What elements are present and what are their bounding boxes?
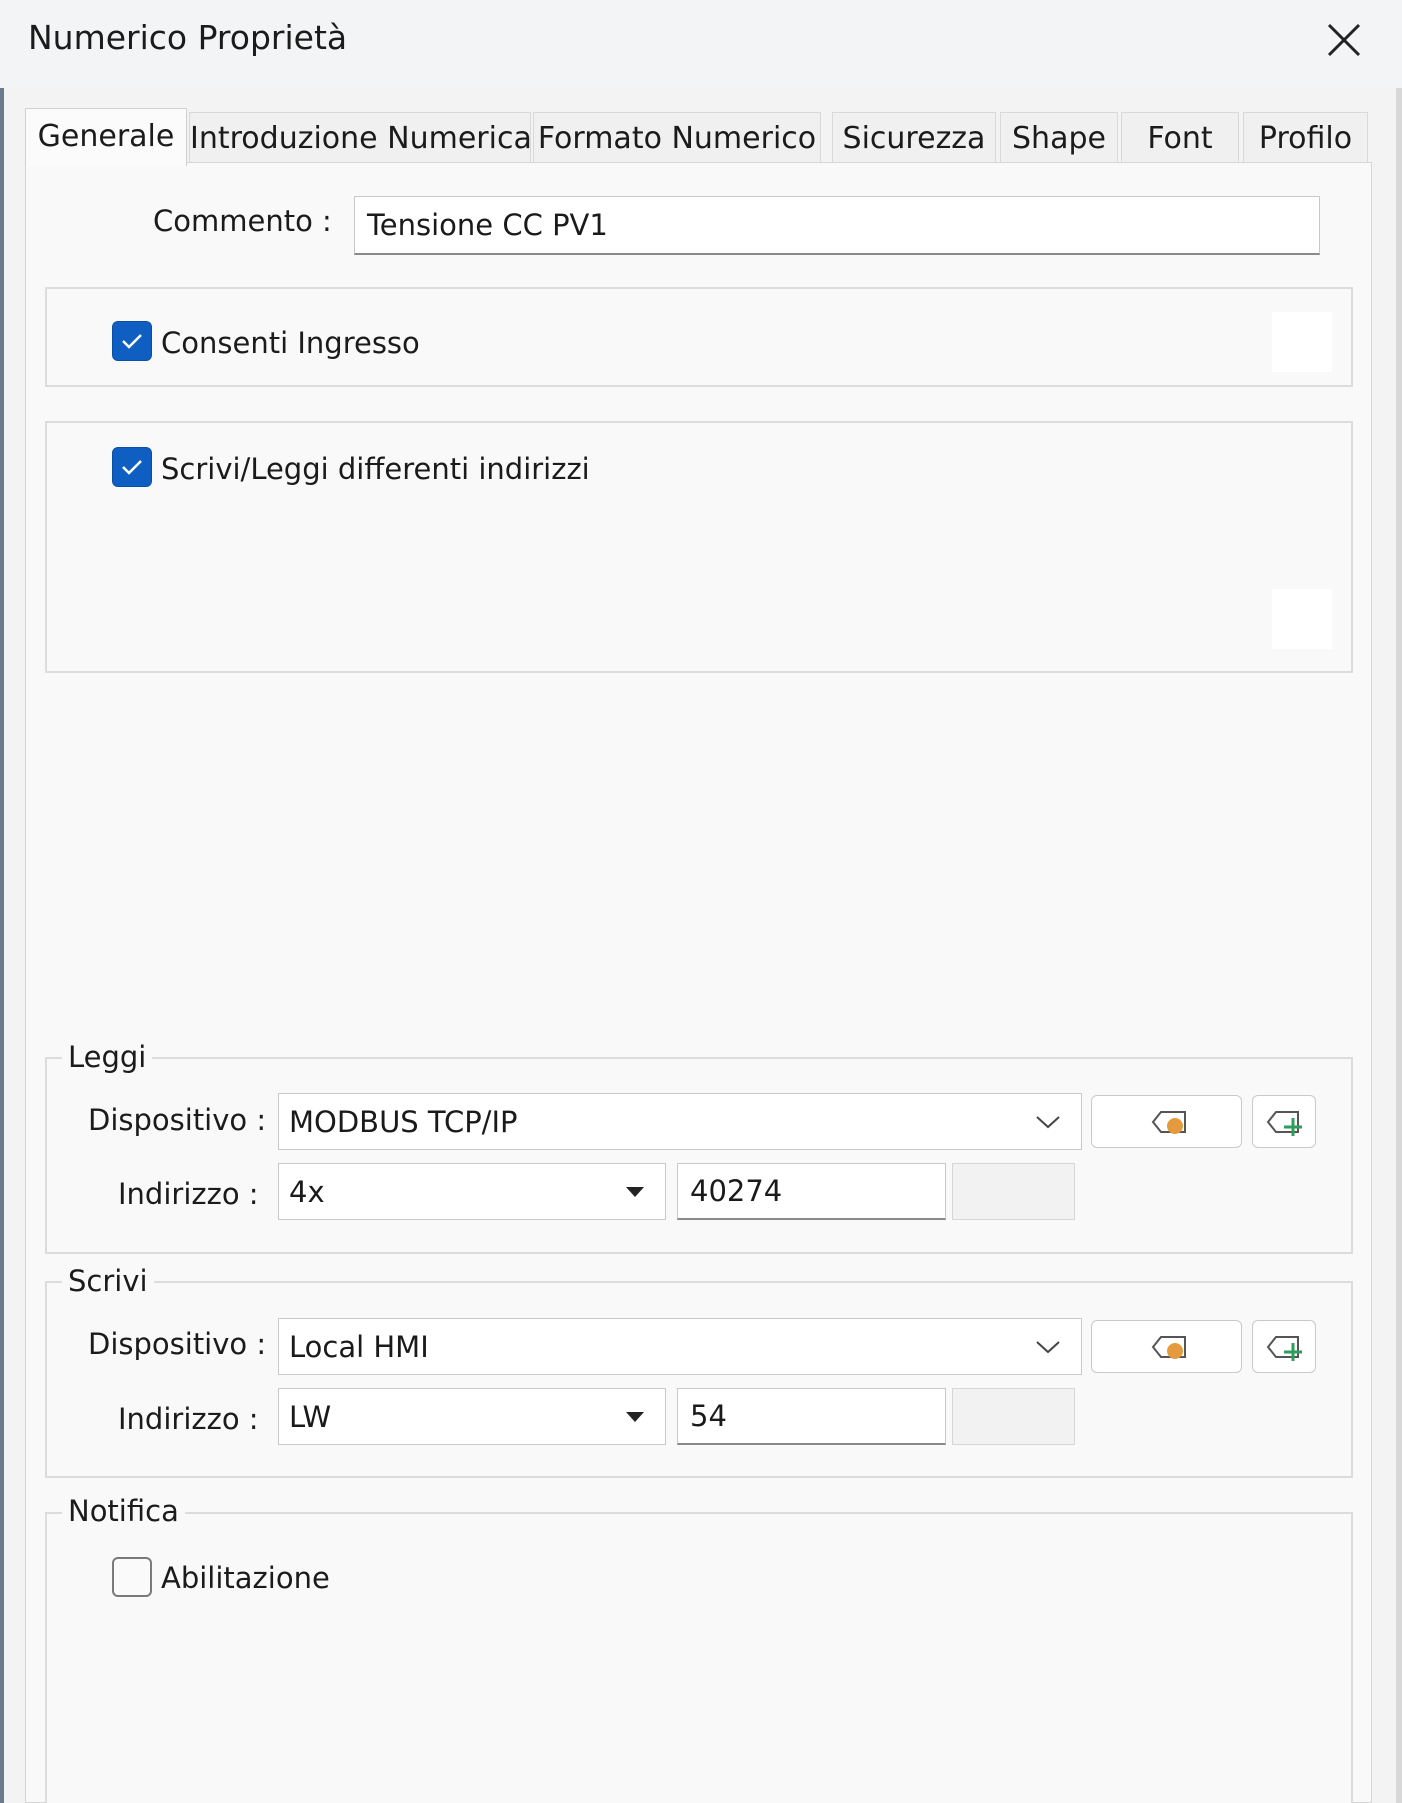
write-device-label: Dispositivo :: [88, 1327, 267, 1361]
check-icon: [122, 334, 142, 349]
write-device-value: Local HMI: [289, 1329, 429, 1364]
tag-icon: [1151, 1110, 1186, 1134]
read-device-label: Dispositivo :: [88, 1103, 267, 1137]
read-address-type-select[interactable]: 4x: [278, 1163, 666, 1220]
caret-down-icon: [626, 1186, 644, 1197]
write-address-type-select[interactable]: LW: [278, 1388, 666, 1445]
tab-shape[interactable]: Shape: [1000, 112, 1118, 164]
blank-square: [1272, 589, 1332, 649]
write-address-extra: [952, 1388, 1075, 1445]
tab-profilo[interactable]: Profilo: [1243, 112, 1368, 164]
comment-label: Commento :: [153, 204, 332, 238]
tab-sicurezza[interactable]: Sicurezza: [832, 112, 996, 164]
read-group: [45, 1057, 1353, 1254]
notify-group: [45, 1512, 1353, 1803]
tab-font[interactable]: Font: [1121, 112, 1239, 164]
read-add-tag-button[interactable]: [1252, 1095, 1316, 1148]
write-group-title: Scrivi: [62, 1264, 154, 1298]
read-device-select[interactable]: MODBUS TCP/IP: [278, 1093, 1082, 1150]
read-address-type-value: 4x: [289, 1174, 325, 1209]
read-address-label: Indirizzo :: [118, 1177, 259, 1211]
different-addresses-checkbox[interactable]: [112, 447, 152, 487]
comment-input[interactable]: Tensione CC PV1: [354, 196, 1320, 255]
read-address-input[interactable]: 40274: [677, 1163, 946, 1220]
write-address-input[interactable]: 54: [677, 1388, 946, 1445]
allow-input-label: Consenti Ingresso: [161, 326, 420, 360]
add-tag-icon: [1266, 1110, 1302, 1136]
write-device-select[interactable]: Local HMI: [278, 1318, 1082, 1375]
close-button[interactable]: [1310, 8, 1378, 72]
notify-group-title: Notifica: [62, 1494, 185, 1528]
allow-input-checkbox[interactable]: [112, 321, 152, 361]
different-addresses-label: Scrivi/Leggi differenti indirizzi: [161, 452, 590, 486]
read-device-value: MODBUS TCP/IP: [289, 1104, 518, 1139]
chevron-down-icon: [1036, 1115, 1060, 1128]
tab-formato-numerico[interactable]: Formato Numerico: [533, 112, 821, 164]
window-title: Numerico Proprietà: [28, 18, 348, 57]
blank-square: [1272, 312, 1332, 372]
tab-introduzione-numerica[interactable]: Introduzione Numerica: [189, 112, 532, 164]
tab-generale[interactable]: Generale: [25, 108, 187, 166]
tag-icon: [1151, 1335, 1186, 1359]
add-tag-icon: [1266, 1335, 1302, 1361]
write-address-label: Indirizzo :: [118, 1402, 259, 1436]
write-group: [45, 1281, 1353, 1478]
read-tag-button[interactable]: [1091, 1095, 1242, 1148]
write-address-type-value: LW: [289, 1399, 332, 1434]
check-icon: [122, 460, 142, 475]
notify-enable-checkbox[interactable]: [112, 1557, 152, 1597]
close-icon: [1327, 23, 1361, 57]
window-left-edge: [0, 0, 4, 1803]
write-add-tag-button[interactable]: [1252, 1320, 1316, 1373]
window-right-edge: [1396, 0, 1402, 1803]
chevron-down-icon: [1036, 1340, 1060, 1353]
write-tag-button[interactable]: [1091, 1320, 1242, 1373]
read-address-extra: [952, 1163, 1075, 1220]
caret-down-icon: [626, 1411, 644, 1422]
title-bar: Numerico Proprietà: [0, 0, 1402, 88]
notify-enable-label: Abilitazione: [161, 1561, 330, 1595]
read-group-title: Leggi: [62, 1040, 153, 1074]
